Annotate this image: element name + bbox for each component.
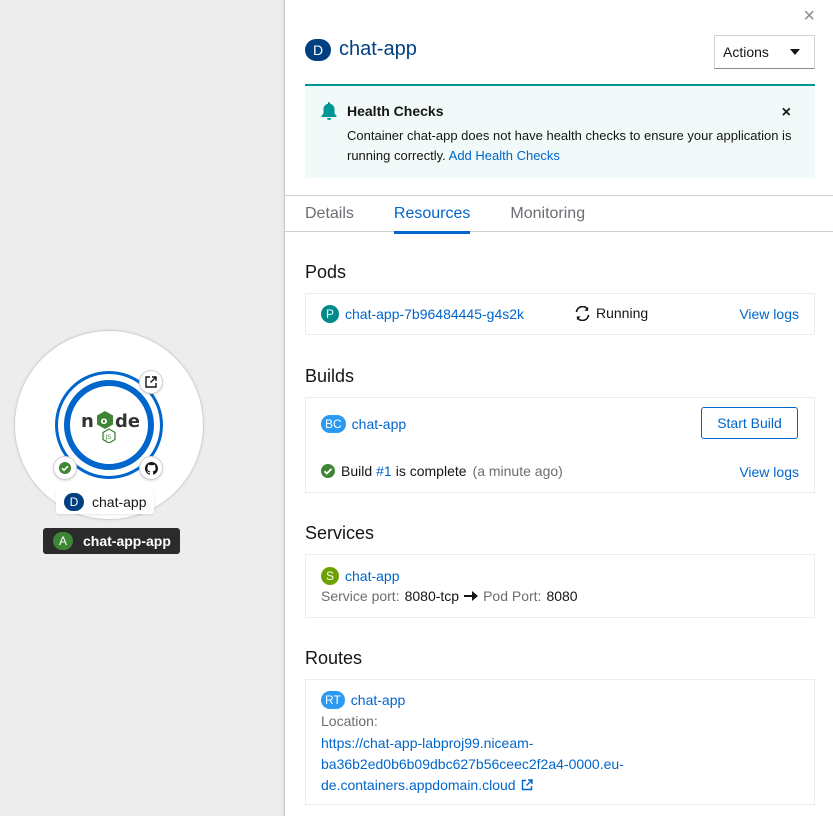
- arrow-right-icon: [464, 591, 479, 601]
- service-link[interactable]: chat-app: [345, 568, 399, 584]
- build-config-badge: BC: [321, 415, 346, 433]
- route-badge: RT: [321, 691, 345, 709]
- route-url-line-3: de.containers.appdomain.cloud: [321, 775, 661, 796]
- caret-down-icon: [790, 49, 800, 55]
- alert-text: Container chat-app does not have health …: [347, 126, 802, 166]
- tab-details[interactable]: Details: [285, 196, 374, 233]
- actions-dropdown[interactable]: Actions: [714, 35, 815, 69]
- deployment-badge: D: [64, 492, 84, 511]
- open-url-icon[interactable]: [139, 370, 163, 394]
- services-heading: Services: [305, 523, 375, 543]
- pod-link[interactable]: chat-app-7b96484445-g4s2k: [345, 306, 524, 322]
- route-url-line-3-text: de.containers.appdomain.cloud: [321, 777, 516, 793]
- service-port-label: Service port:: [321, 588, 400, 604]
- application-badge: A: [53, 532, 73, 550]
- pods-heading: Pods: [305, 262, 347, 282]
- route-url-line-2: ba36b2ed0b6b09dbc627b56ceec2f2a4-0000.eu…: [321, 756, 624, 772]
- svg-text:o: o: [101, 416, 108, 427]
- build-complete-text: is complete: [395, 463, 467, 479]
- node-label[interactable]: D chat-app: [56, 489, 155, 514]
- tab-resources[interactable]: Resources: [374, 196, 490, 234]
- routes-heading: Routes: [305, 648, 363, 668]
- build-number-link[interactable]: #1: [376, 463, 392, 479]
- routes-card: RT chat-app Location: https://chat-app-l…: [305, 679, 815, 805]
- tab-monitoring[interactable]: Monitoring: [490, 196, 605, 233]
- external-link-icon: [522, 779, 534, 791]
- start-build-button[interactable]: Start Build: [701, 407, 798, 439]
- check-circle-icon: [321, 464, 335, 478]
- build-time: (a minute ago): [472, 463, 563, 479]
- nodejs-logo-icon: n o de JS: [81, 411, 139, 443]
- page-title: chat-app: [339, 38, 417, 60]
- builds-card: BC chat-app Start Build Build #1 is comp…: [305, 397, 815, 493]
- health-checks-alert: Health Checks × Container chat-app does …: [305, 84, 815, 178]
- sync-icon: [575, 305, 590, 321]
- route-row: RT chat-app: [321, 691, 405, 709]
- close-panel-icon[interactable]: ×: [803, 5, 815, 28]
- application-label[interactable]: A chat-app-app: [43, 528, 180, 554]
- build-view-logs-link[interactable]: View logs: [739, 464, 799, 480]
- build-label: Build: [341, 463, 373, 479]
- pod-view-logs-link[interactable]: View logs: [739, 306, 799, 322]
- add-health-checks-link[interactable]: Add Health Checks: [449, 148, 560, 163]
- topology-canvas[interactable]: n o de JS D chat-app A chat-app-app: [0, 0, 285, 816]
- route-location-label: Location:: [321, 713, 378, 729]
- build-success-icon[interactable]: [53, 456, 77, 480]
- route-url-line-1: https://chat-app-labproj99.niceam-: [321, 735, 534, 751]
- tab-bar: Details Resources Monitoring: [285, 195, 833, 234]
- service-row: S chat-app: [321, 567, 399, 585]
- panel-header: D chat-app: [305, 38, 417, 61]
- pod-port-value: 8080: [546, 588, 578, 604]
- build-status-row: Build #1 is complete (a minute ago): [321, 463, 563, 479]
- route-url-link[interactable]: https://chat-app-labproj99.niceam- ba36b…: [321, 733, 661, 796]
- nodejs-logo: n o de JS: [64, 380, 154, 470]
- pod-port-label: Pod Port:: [483, 588, 542, 604]
- builds-heading: Builds: [305, 366, 355, 386]
- pod-badge: P: [321, 305, 339, 323]
- github-icon[interactable]: [139, 456, 163, 480]
- node-name: chat-app: [92, 493, 147, 510]
- pod-row: P chat-app-7b96484445-g4s2k: [321, 305, 524, 323]
- service-port-value: 8080-tcp: [404, 588, 460, 604]
- svg-text:de: de: [115, 411, 139, 432]
- actions-label: Actions: [723, 44, 769, 60]
- pod-status: Running: [575, 305, 648, 321]
- bell-icon: [321, 102, 337, 125]
- build-config-row: BC chat-app: [321, 415, 406, 433]
- svg-text:JS: JS: [105, 434, 112, 441]
- pods-card: P chat-app-7b96484445-g4s2k Running View…: [305, 293, 815, 335]
- service-badge: S: [321, 567, 339, 585]
- side-panel: × D chat-app Actions Health Checks × Con…: [285, 0, 833, 816]
- services-card: S chat-app Service port: 8080-tcp Pod Po…: [305, 554, 815, 618]
- deployment-badge: D: [305, 38, 331, 61]
- route-link[interactable]: chat-app: [351, 692, 405, 708]
- svg-text:n: n: [81, 411, 94, 432]
- alert-message: Container chat-app does not have health …: [347, 128, 792, 163]
- alert-title: Health Checks: [347, 103, 444, 119]
- service-ports: Service port: 8080-tcp Pod Port: 8080: [321, 588, 578, 604]
- application-name: chat-app-app: [83, 533, 171, 549]
- alert-close-icon[interactable]: ×: [782, 104, 791, 122]
- build-config-link[interactable]: chat-app: [352, 416, 406, 432]
- pod-status-text: Running: [596, 305, 649, 321]
